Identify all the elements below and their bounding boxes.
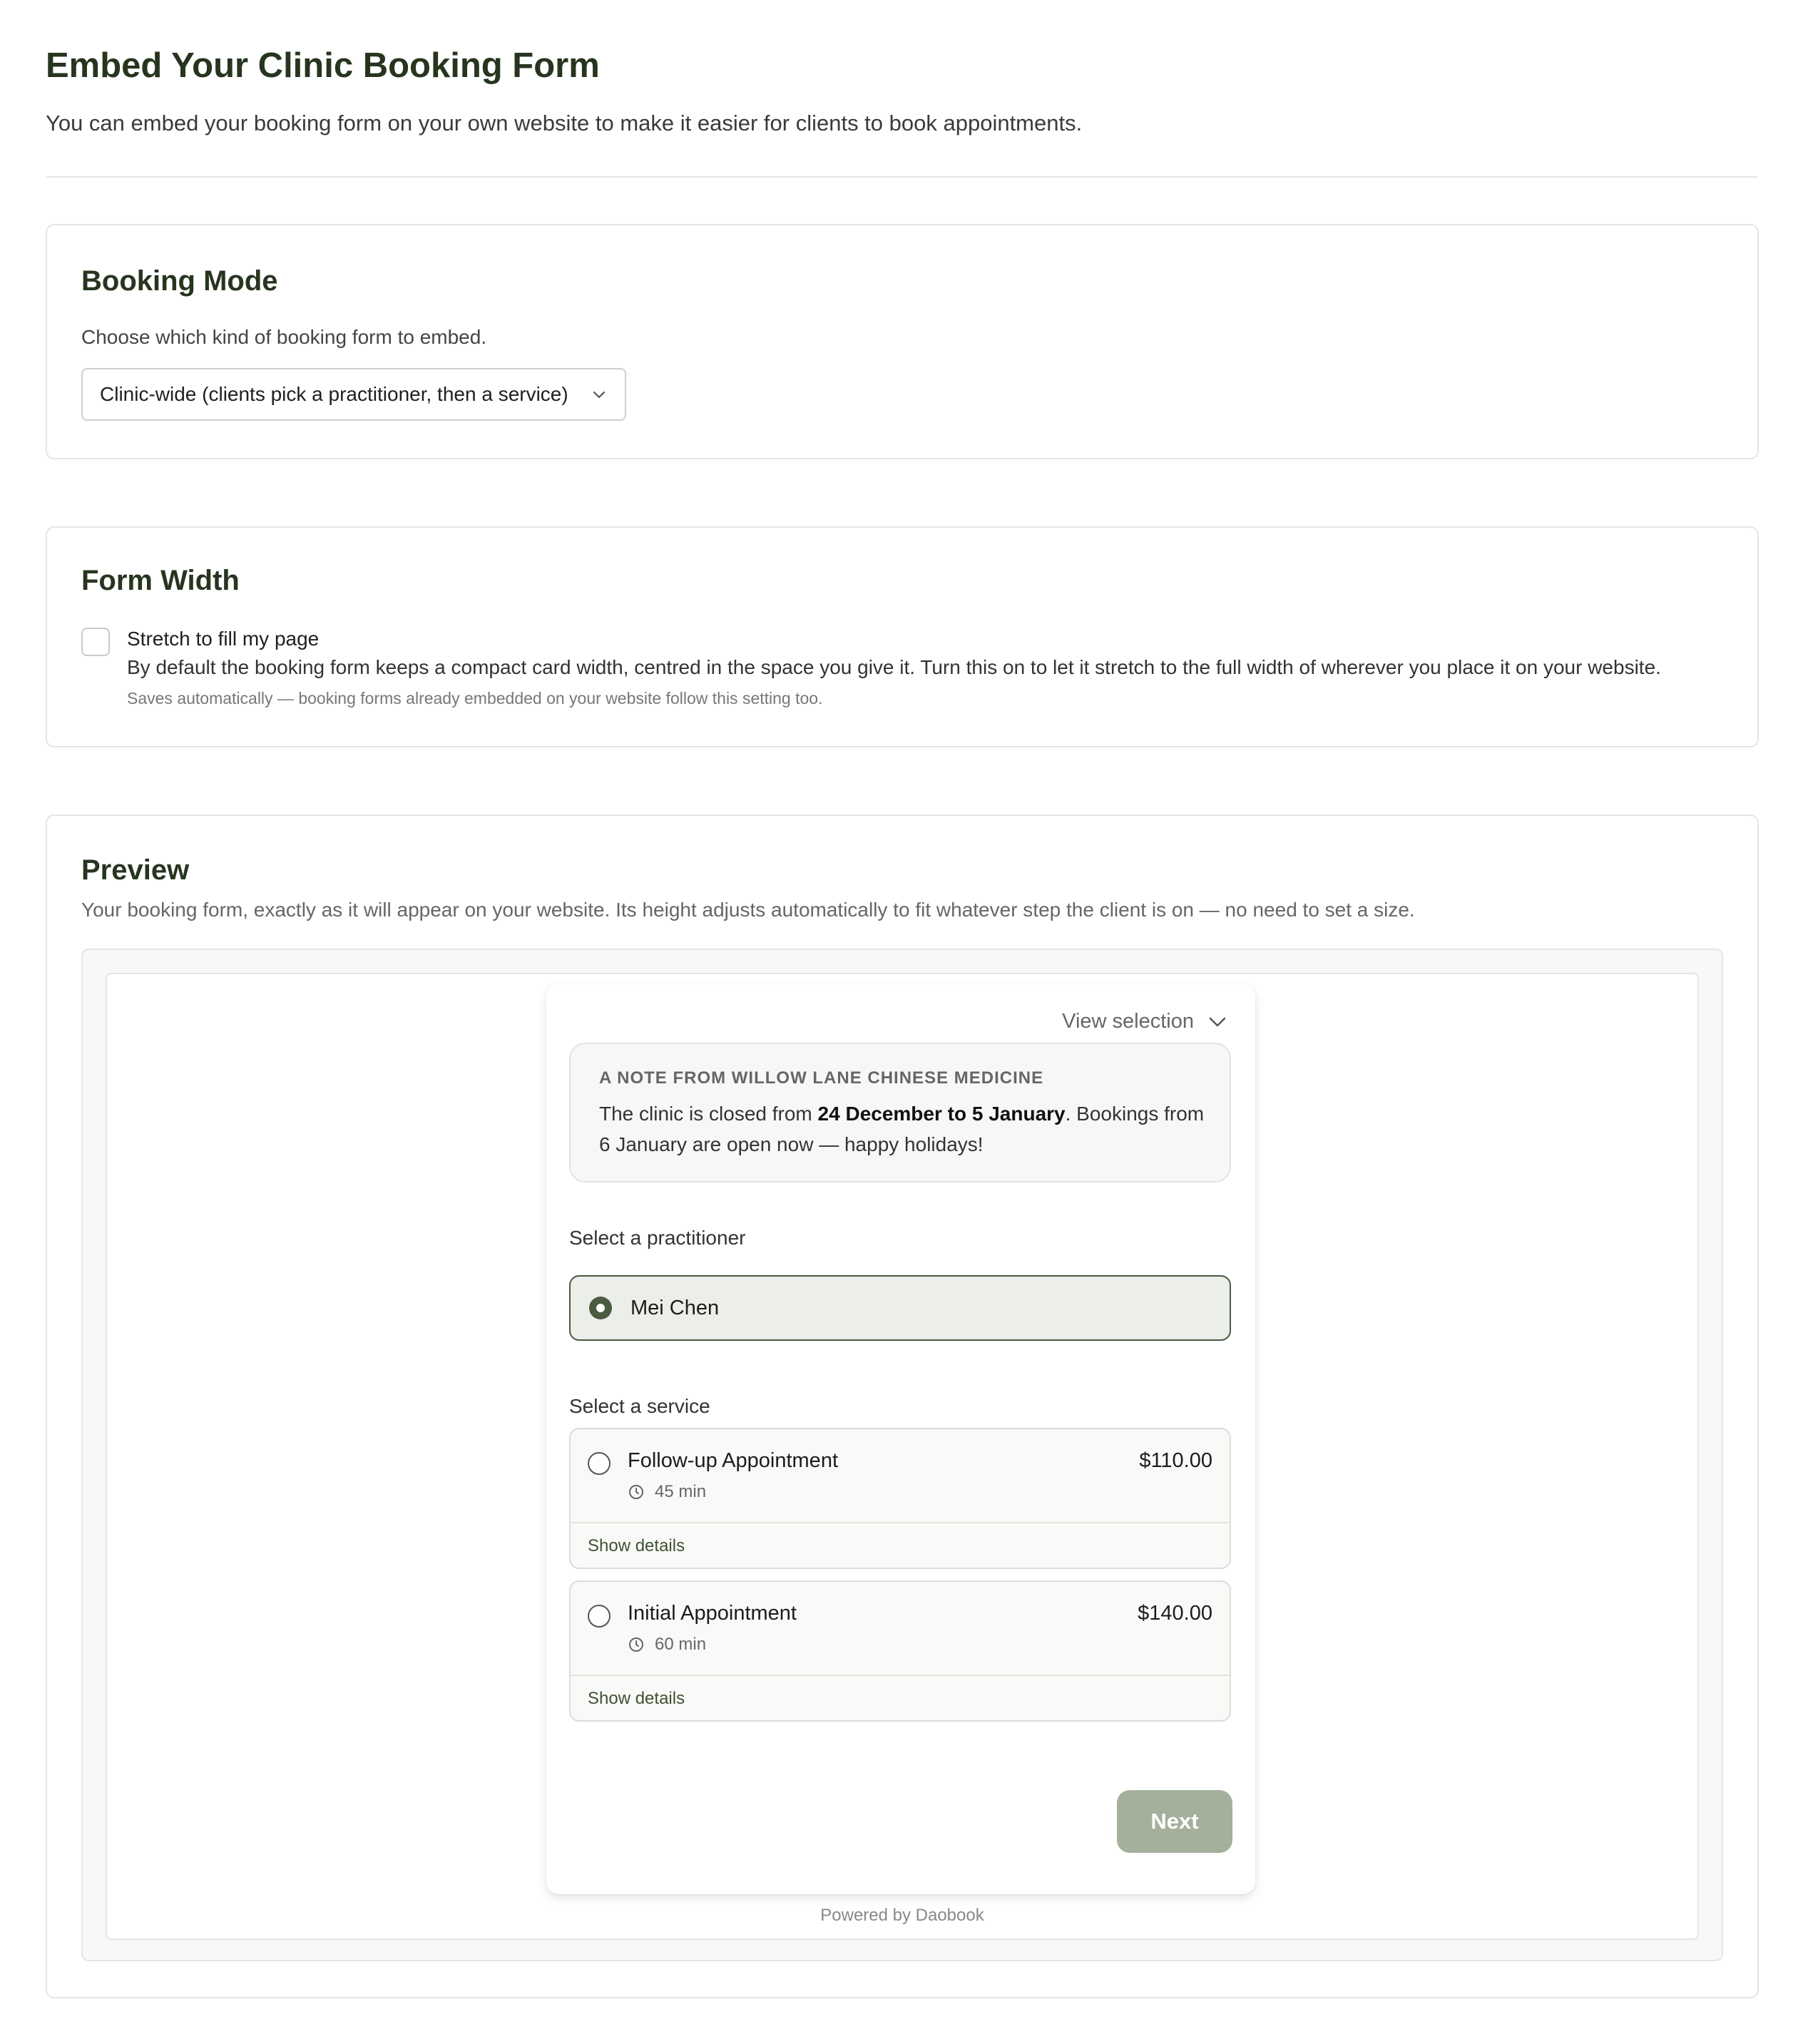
form-width-card: Form Width Stretch to fill my page By de… [46, 526, 1759, 747]
preview-card: Preview Your booking form, exactly as it… [46, 814, 1759, 1998]
clock-icon [629, 1637, 643, 1652]
autosave-note: Saves automatically — booking forms alre… [127, 689, 823, 707]
stretch-checkbox[interactable] [81, 628, 110, 656]
clinic-note-heading: A NOTE FROM WILLOW LANE CHINESE MEDICINE [599, 1068, 1044, 1088]
service-option: Initial Appointment $140.00 60 min Show … [569, 1580, 1231, 1722]
booking-mode-selected-value: Clinic-wide (clients pick a practitioner… [100, 383, 568, 405]
clinic-note: A NOTE FROM WILLOW LANE CHINESE MEDICINE… [569, 1043, 1231, 1182]
radio-unselected-icon [588, 1605, 611, 1627]
view-selection-toggle[interactable]: View selection [1062, 1010, 1228, 1033]
service-divider [571, 1675, 1230, 1676]
radio-unselected-icon [588, 1452, 611, 1475]
clinic-note-text: The clinic is closed from 24 December to… [599, 1103, 1205, 1155]
radio-selected-icon [589, 1297, 612, 1319]
booking-mode-card: Booking Mode Choose which kind of bookin… [46, 224, 1759, 459]
practitioner-name: Mei Chen [630, 1296, 720, 1319]
page-subtitle: You can embed your booking form on your … [46, 111, 1083, 136]
preview-title: Preview [81, 854, 190, 886]
preview-description: Your booking form, exactly as it will ap… [81, 899, 1415, 921]
practitioner-option[interactable]: Mei Chen [569, 1275, 1231, 1341]
booking-mode-title: Booking Mode [81, 265, 278, 297]
powered-by-footer: Powered by Daobook [820, 1906, 984, 1925]
practitioner-section-label: Select a practitioner [569, 1227, 746, 1249]
page-title: Embed Your Clinic Booking Form [46, 46, 600, 85]
preview-frame: View selection A NOTE FROM WILLOW LANE C… [81, 949, 1723, 1961]
view-selection-label: View selection [1062, 1010, 1194, 1033]
service-name: Initial Appointment [628, 1602, 797, 1625]
service-duration: 45 min [628, 1482, 706, 1502]
show-details-link[interactable]: Show details [588, 1689, 685, 1709]
chevron-down-icon [1209, 1017, 1226, 1026]
stretch-description: By default the booking form keeps a comp… [127, 656, 1661, 678]
service-option: Follow-up Appointment $110.00 45 min Sho… [569, 1428, 1231, 1569]
divider [46, 176, 1757, 178]
service-price: $140.00 [1138, 1602, 1212, 1625]
booking-widget: View selection A NOTE FROM WILLOW LANE C… [546, 984, 1255, 1894]
service-divider [571, 1522, 1230, 1523]
stretch-checkbox-label[interactable]: Stretch to fill my page [127, 628, 319, 650]
service-duration: 60 min [628, 1635, 706, 1655]
preview-viewport: View selection A NOTE FROM WILLOW LANE C… [106, 973, 1699, 1940]
service-select-area[interactable]: Follow-up Appointment $110.00 45 min [571, 1429, 1230, 1522]
service-price: $110.00 [1139, 1449, 1212, 1472]
booking-mode-description: Choose which kind of booking form to emb… [81, 326, 487, 348]
clock-icon [629, 1485, 643, 1499]
chevron-down-icon [593, 391, 606, 399]
service-name: Follow-up Appointment [628, 1449, 838, 1472]
show-details-link[interactable]: Show details [588, 1536, 685, 1556]
service-select-area[interactable]: Initial Appointment $140.00 60 min [571, 1582, 1230, 1675]
next-button[interactable]: Next [1117, 1790, 1232, 1853]
service-section-label: Select a service [569, 1395, 710, 1417]
booking-mode-select[interactable]: Clinic-wide (clients pick a practitioner… [81, 368, 626, 421]
form-width-title: Form Width [81, 565, 240, 596]
